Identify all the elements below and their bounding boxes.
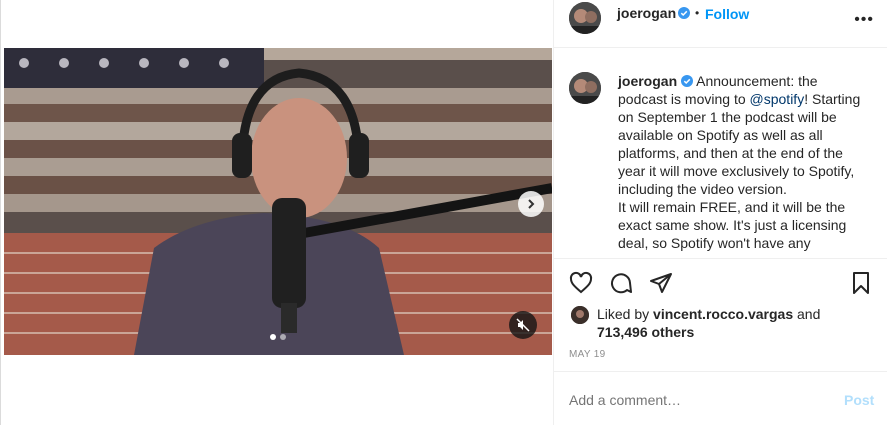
heart-icon[interactable] [569, 271, 593, 295]
video-frame [4, 48, 552, 355]
comment-divider [554, 371, 887, 372]
post-video[interactable] [4, 48, 552, 355]
header-separator: • [695, 6, 700, 20]
header-username[interactable]: joerogan [617, 5, 676, 21]
caption-username[interactable]: joerogan [618, 73, 677, 89]
verified-badge-icon [681, 75, 694, 87]
post-header: joerogan • Follow ••• [554, 0, 887, 48]
carousel-dot [280, 334, 286, 340]
carousel-next-button[interactable] [518, 191, 544, 217]
comment-input[interactable] [569, 391, 811, 409]
likes-prefix: Liked by [597, 306, 654, 322]
caption-divider [554, 258, 887, 259]
bookmark-icon[interactable] [849, 271, 873, 295]
speaker-muted-icon [516, 318, 530, 332]
paper-plane-icon[interactable] [649, 271, 673, 295]
mute-toggle-button[interactable] [509, 311, 537, 339]
follow-button[interactable]: Follow [705, 6, 749, 22]
instagram-post: joerogan • Follow ••• joerogan Announcem… [0, 0, 887, 425]
caption-text: joerogan Announcement: the podcast is mo… [618, 72, 868, 252]
mention-link[interactable]: @spotify [750, 91, 805, 107]
chevron-right-icon [528, 199, 535, 209]
liker-username[interactable]: vincent.rocco.vargas [653, 306, 793, 322]
caption-avatar[interactable] [569, 72, 601, 104]
carousel-dot-active [270, 334, 276, 340]
post-comment-button[interactable]: Post [844, 392, 874, 408]
avatar[interactable] [569, 2, 601, 34]
post-date[interactable]: MAY 19 [569, 349, 605, 360]
carousel-indicator [270, 334, 286, 340]
avatar-image [569, 72, 601, 104]
likes-conjunction: and [793, 306, 821, 322]
avatar-image [569, 2, 601, 34]
verified-badge-icon [678, 7, 690, 19]
action-bar [569, 270, 875, 298]
panel-divider [553, 0, 554, 425]
comment-icon[interactable] [609, 271, 633, 295]
more-options-icon[interactable]: ••• [854, 11, 874, 29]
liker-avatar[interactable] [571, 306, 589, 324]
caption-body-continued: ! Starting on September 1 the podcast wi… [618, 91, 861, 251]
avatar-image [571, 306, 589, 324]
likes-count[interactable]: 713,496 others [597, 324, 694, 340]
